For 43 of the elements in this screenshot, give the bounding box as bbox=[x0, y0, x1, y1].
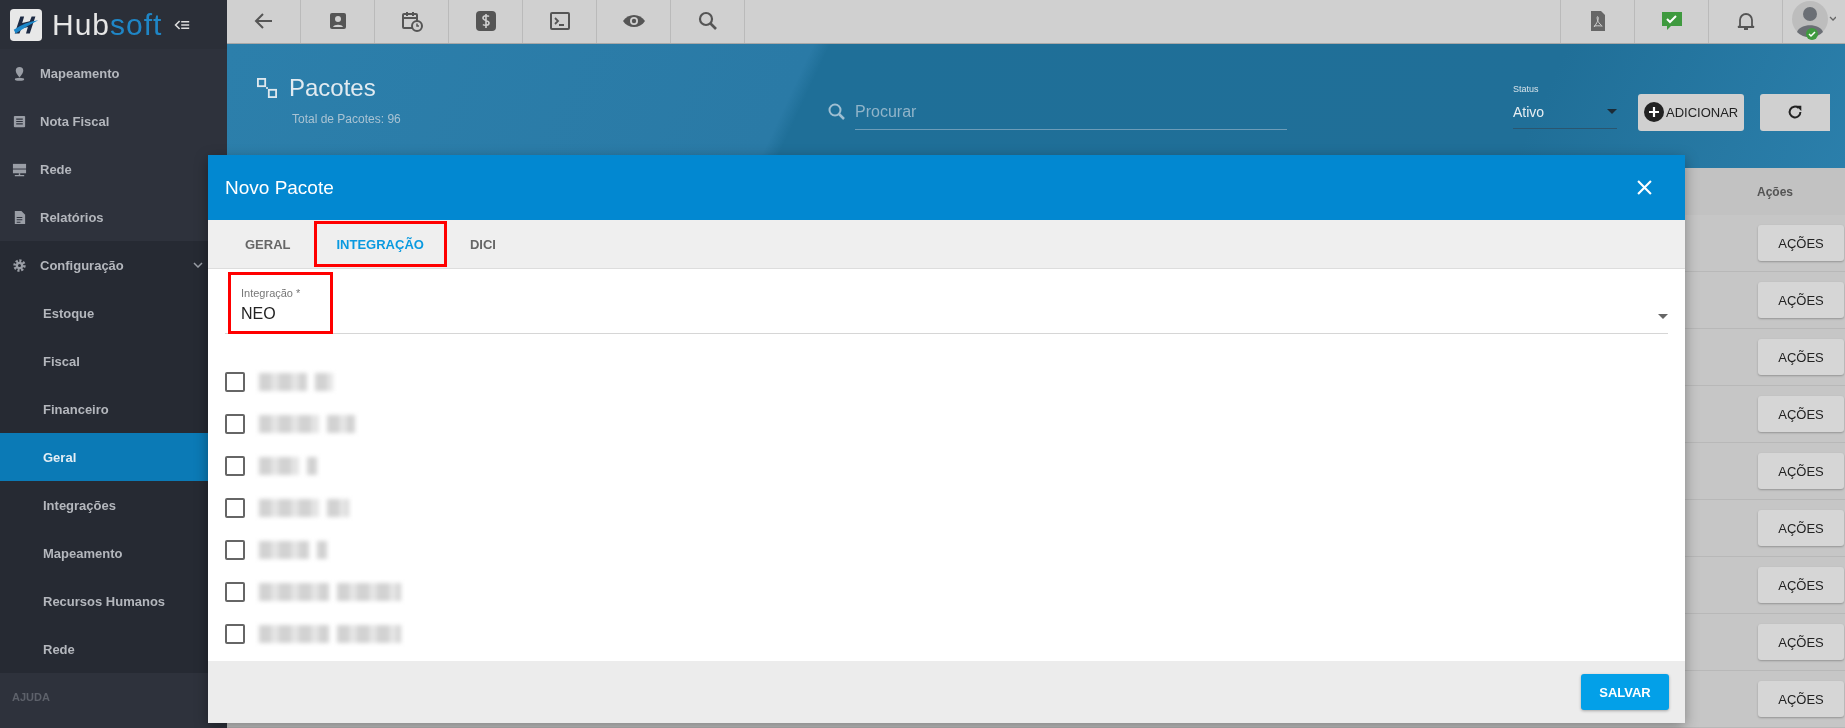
page-title: Pacotes bbox=[289, 73, 376, 102]
actions-button[interactable]: AÇÕES bbox=[1758, 567, 1844, 603]
tab[interactable]: DICI bbox=[446, 221, 519, 267]
actions-button[interactable]: AÇÕES bbox=[1758, 396, 1844, 432]
sidebar-item[interactable]: Mapeamento bbox=[0, 49, 227, 97]
checkbox[interactable] bbox=[225, 624, 245, 644]
integration-select[interactable]: Integração * NEO bbox=[225, 269, 1668, 334]
logo-icon bbox=[10, 8, 42, 41]
pdf-icon[interactable] bbox=[1560, 0, 1635, 43]
brand-name: Hubsoft bbox=[52, 7, 163, 42]
package-icon bbox=[257, 77, 277, 98]
refresh-button[interactable] bbox=[1760, 93, 1831, 131]
sidebar-item[interactable]: Rede bbox=[0, 145, 227, 193]
column-header: Ações bbox=[1756, 184, 1794, 199]
gear-icon bbox=[12, 257, 27, 273]
search-field[interactable]: Procurar bbox=[827, 94, 1287, 130]
checkbox[interactable] bbox=[225, 414, 245, 434]
document-icon bbox=[12, 113, 27, 129]
actions-button[interactable]: AÇÕES bbox=[1758, 453, 1844, 489]
dropdown-icon bbox=[1607, 109, 1617, 115]
dialog-title: Novo Pacote bbox=[225, 176, 334, 199]
checkbox[interactable] bbox=[225, 456, 245, 476]
checkbox[interactable] bbox=[225, 498, 245, 518]
actions-button[interactable]: AÇÕES bbox=[1758, 225, 1844, 261]
actions-button[interactable]: AÇÕES bbox=[1758, 282, 1844, 318]
checkbox[interactable] bbox=[225, 372, 245, 392]
actions-button[interactable]: AÇÕES bbox=[1758, 624, 1844, 660]
checkbox[interactable] bbox=[225, 582, 245, 602]
file-icon bbox=[12, 209, 27, 225]
actions-button[interactable]: AÇÕES bbox=[1758, 510, 1844, 546]
actions-button[interactable]: AÇÕES bbox=[1758, 681, 1844, 717]
status-select[interactable]: Status Ativo bbox=[1513, 83, 1617, 129]
close-icon[interactable] bbox=[1637, 180, 1652, 195]
package-count: Total de Pacotes: 96 bbox=[292, 111, 402, 126]
actions-button[interactable]: AÇÕES bbox=[1758, 339, 1844, 375]
add-button[interactable]: ADICIONAR bbox=[1638, 93, 1745, 131]
server-icon bbox=[12, 161, 27, 177]
sidebar-item[interactable]: Nota Fiscal bbox=[0, 97, 227, 145]
map-pin-icon bbox=[12, 65, 27, 81]
dropdown-icon bbox=[1658, 314, 1668, 319]
collapse-icon[interactable] bbox=[174, 18, 191, 31]
plus-icon bbox=[1644, 102, 1664, 123]
checkbox[interactable] bbox=[225, 540, 245, 560]
